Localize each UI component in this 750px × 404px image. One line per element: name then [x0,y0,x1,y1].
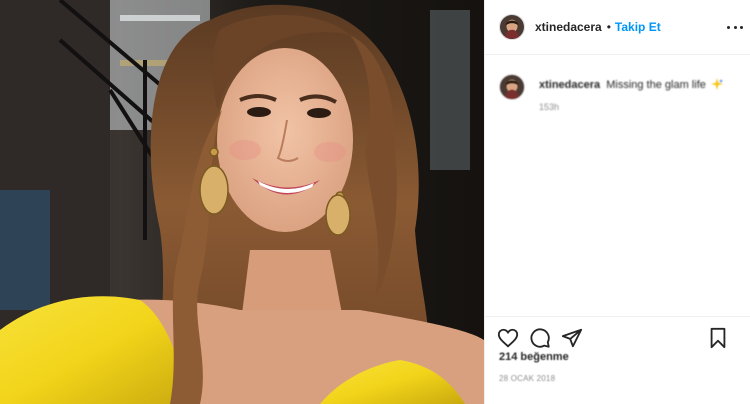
heart-icon[interactable] [497,327,519,349]
post-header: xtinedacera • Takip Et [485,0,750,55]
likes-count[interactable]: 214 beğenme [499,351,569,363]
caption-username[interactable]: xtinedacera [539,79,600,91]
caption-line: xtinedacera Missing the glam life [539,78,723,92]
sparkle-emoji-icon [710,78,723,90]
post-container: xtinedacera • Takip Et xtinedacera Missi… [0,0,750,404]
post-photo[interactable] [0,0,484,404]
caption-text: Missing the glam life [606,79,706,91]
caption-body: xtinedacera Missing the glam life 153h [539,74,723,112]
share-icon[interactable] [561,327,583,349]
username-link[interactable]: xtinedacera [535,20,602,34]
post-side-panel: xtinedacera • Takip Et xtinedacera Missi… [484,0,750,404]
actions-bar [485,316,750,349]
caption-timestamp: 153h [539,102,560,112]
follow-button[interactable]: Takip Et [615,20,661,34]
action-icons [497,327,747,349]
more-horizontal-icon[interactable] [727,19,743,35]
post-caption: xtinedacera Missing the glam life 153h [499,74,745,112]
comment-icon[interactable] [529,327,551,349]
post-date: 28 OCAK 2018 [499,374,556,383]
avatar-image [500,15,524,39]
separator-dot: • [606,20,611,34]
caption-avatar[interactable] [499,74,525,100]
avatar[interactable] [499,14,525,40]
selfie-photo [0,0,484,404]
bookmark-icon[interactable] [707,327,729,349]
caption-avatar-image [500,75,524,99]
